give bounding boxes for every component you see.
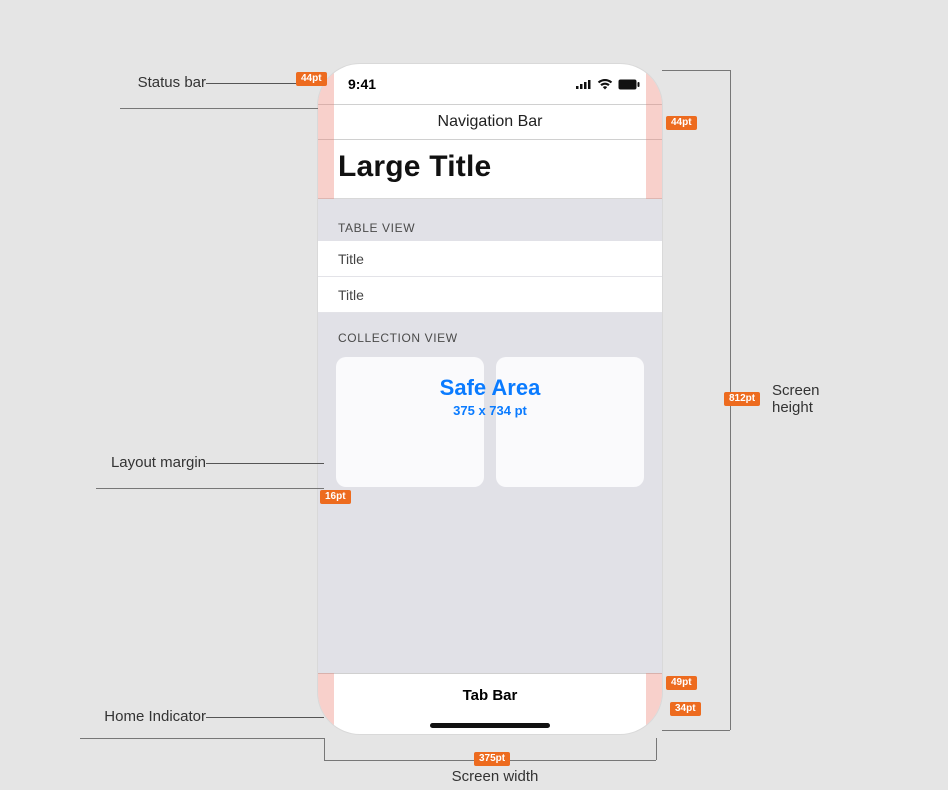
callout-label: Status bar	[138, 74, 206, 91]
dimension-badge-status-bar: 44pt	[296, 72, 327, 86]
callout-status-bar: Status bar	[120, 74, 206, 91]
callout-layout-margin: Layout margin	[96, 454, 206, 471]
tab-bar: Tab Bar	[318, 673, 662, 717]
status-bar: 9:41	[318, 64, 662, 104]
content-area: TABLE VIEW Title Title COLLECTION VIEW S…	[318, 199, 662, 673]
dimension-badge-screen-width: 375pt	[474, 752, 510, 766]
status-icons	[576, 79, 640, 90]
collection-view-row	[318, 351, 662, 487]
phone-frame: 9:41 Navigation Bar Large Title TABLE VI…	[318, 64, 662, 734]
guide-line	[662, 70, 730, 71]
tab-bar-title: Tab Bar	[463, 687, 518, 704]
status-time: 9:41	[348, 76, 376, 92]
callout-home-indicator: Home Indicator	[80, 708, 206, 725]
callout-label: Screenheight	[772, 382, 820, 416]
callout-screen-width: Screen width	[440, 768, 550, 785]
wifi-icon	[597, 79, 613, 90]
dimension-badge-layout-margin: 16pt	[320, 490, 351, 504]
battery-icon	[618, 79, 640, 90]
navigation-bar-title: Navigation Bar	[438, 113, 543, 131]
callout-label: Layout margin	[111, 454, 206, 471]
guide-line	[656, 738, 657, 760]
callout-label: Screen width	[452, 768, 539, 785]
table-row-label: Title	[338, 287, 364, 303]
table-row-label: Title	[338, 251, 364, 267]
callout-label: Home Indicator	[104, 708, 206, 725]
home-indicator-area	[318, 717, 662, 734]
collection-cell[interactable]	[496, 357, 644, 487]
signal-icon	[576, 79, 592, 89]
guide-line	[662, 730, 730, 731]
table-view-header: TABLE VIEW	[318, 213, 662, 241]
table-row[interactable]: Title	[318, 277, 662, 313]
dimension-badge-screen-height: 812pt	[724, 392, 760, 406]
guide-line	[80, 738, 324, 739]
collection-cell[interactable]	[336, 357, 484, 487]
guide-line	[120, 108, 318, 109]
large-title-area: Large Title	[318, 140, 662, 199]
home-indicator-icon	[430, 723, 550, 728]
guide-line	[324, 738, 325, 760]
dimension-badge-nav-bar: 44pt	[666, 116, 697, 130]
dimension-badge-tab-bar: 49pt	[666, 676, 697, 690]
guide-line	[96, 488, 324, 489]
collection-view-header: COLLECTION VIEW	[318, 313, 662, 351]
callout-screen-height: Screenheight	[772, 382, 820, 416]
dimension-badge-home-indicator: 34pt	[670, 702, 701, 716]
table-row[interactable]: Title	[318, 241, 662, 277]
large-title: Large Title	[338, 150, 642, 184]
navigation-bar: Navigation Bar	[318, 104, 662, 140]
